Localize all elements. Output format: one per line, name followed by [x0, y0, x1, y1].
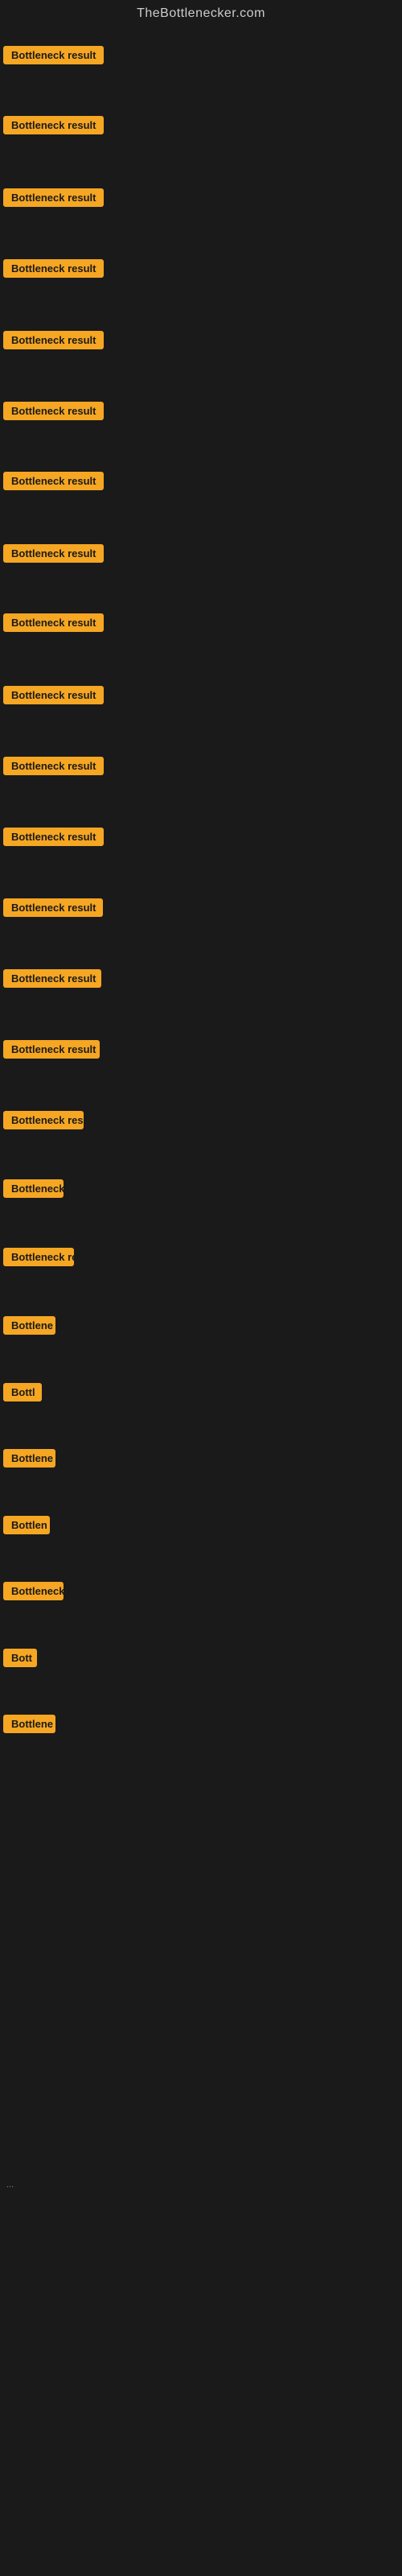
- result-row-1: Bottleneck result: [3, 46, 104, 68]
- result-row-2: Bottleneck result: [3, 116, 104, 138]
- result-row-9: Bottleneck result: [3, 613, 104, 636]
- result-row-25: Bottlene: [3, 1715, 55, 1737]
- bottleneck-badge-15[interactable]: Bottleneck result: [3, 1040, 100, 1059]
- bottleneck-badge-14[interactable]: Bottleneck result: [3, 969, 101, 988]
- bottleneck-badge-3[interactable]: Bottleneck result: [3, 188, 104, 207]
- bottleneck-badge-21[interactable]: Bottlene: [3, 1449, 55, 1468]
- bottleneck-badge-19[interactable]: Bottlene: [3, 1316, 55, 1335]
- bottleneck-badge-10[interactable]: Bottleneck result: [3, 686, 104, 704]
- page-container: TheBottlenecker.com Bottleneck result Bot…: [0, 0, 402, 2576]
- bottleneck-badge-4[interactable]: Bottleneck result: [3, 259, 104, 278]
- bottleneck-badge-16[interactable]: Bottleneck res: [3, 1111, 84, 1129]
- bottleneck-badge-1[interactable]: Bottleneck result: [3, 46, 104, 64]
- result-row-10: Bottleneck result: [3, 686, 104, 708]
- result-row-8: Bottleneck result: [3, 544, 104, 567]
- bottleneck-badge-6[interactable]: Bottleneck result: [3, 402, 104, 420]
- result-row-24: Bott: [3, 1649, 37, 1671]
- bottleneck-badge-8[interactable]: Bottleneck result: [3, 544, 104, 563]
- bottleneck-badge-11[interactable]: Bottleneck result: [3, 757, 104, 775]
- result-row-3: Bottleneck result: [3, 188, 104, 211]
- bottleneck-badge-24[interactable]: Bott: [3, 1649, 37, 1667]
- bottleneck-badge-25[interactable]: Bottlene: [3, 1715, 55, 1733]
- bottleneck-badge-2[interactable]: Bottleneck result: [3, 116, 104, 134]
- result-row-16: Bottleneck res: [3, 1111, 84, 1133]
- result-row-15: Bottleneck result: [3, 1040, 100, 1063]
- bottleneck-badge-5[interactable]: Bottleneck result: [3, 331, 104, 349]
- bottleneck-badge-18[interactable]: Bottleneck re: [3, 1248, 74, 1266]
- ellipsis-label: ...: [3, 2174, 17, 2196]
- result-row-20: Bottl: [3, 1383, 42, 1406]
- bottleneck-badge-23[interactable]: Bottleneck: [3, 1582, 64, 1600]
- result-row-21: Bottlene: [3, 1449, 55, 1472]
- result-row-4: Bottleneck result: [3, 259, 104, 282]
- bottleneck-badge-20[interactable]: Bottl: [3, 1383, 42, 1402]
- bottleneck-badge-13[interactable]: Bottleneck result: [3, 898, 103, 917]
- result-row-12: Bottleneck result: [3, 828, 104, 850]
- result-row-17: Bottleneck: [3, 1179, 64, 1202]
- result-row-14: Bottleneck result: [3, 969, 101, 992]
- result-row-7: Bottleneck result: [3, 472, 104, 494]
- result-row-13: Bottleneck result: [3, 898, 103, 921]
- result-row-18: Bottleneck re: [3, 1248, 74, 1270]
- bottleneck-badge-22[interactable]: Bottlen: [3, 1516, 50, 1534]
- result-row-6: Bottleneck result: [3, 402, 104, 424]
- bottleneck-badge-9[interactable]: Bottleneck result: [3, 613, 104, 632]
- bottleneck-badge-17[interactable]: Bottleneck: [3, 1179, 64, 1198]
- bottleneck-badge-7[interactable]: Bottleneck result: [3, 472, 104, 490]
- result-row-19: Bottlene: [3, 1316, 55, 1339]
- result-row-22: Bottlen: [3, 1516, 50, 1538]
- result-row-11: Bottleneck result: [3, 757, 104, 779]
- result-row-5: Bottleneck result: [3, 331, 104, 353]
- site-title: TheBottlenecker.com: [0, 0, 402, 24]
- result-row-23: Bottleneck: [3, 1582, 64, 1604]
- bottleneck-badge-12[interactable]: Bottleneck result: [3, 828, 104, 846]
